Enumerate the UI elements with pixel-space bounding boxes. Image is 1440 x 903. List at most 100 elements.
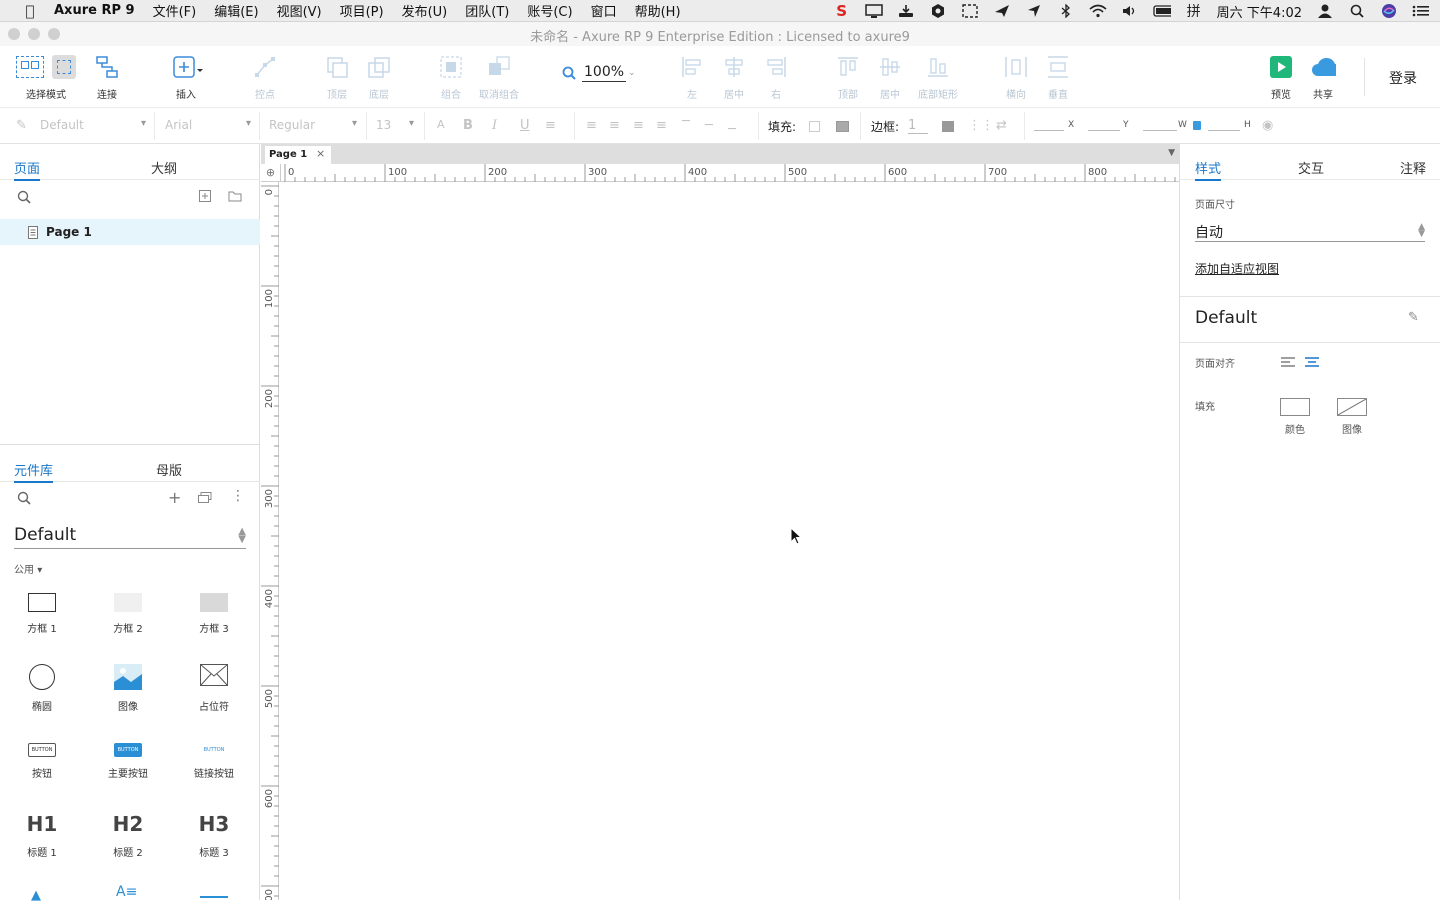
- arrow-style-icon[interactable]: ⇄: [996, 118, 1007, 133]
- tab-style[interactable]: 样式: [1195, 158, 1222, 181]
- border-style-icon[interactable]: ⋮⋮: [968, 118, 994, 133]
- insert-button[interactable]: 插入: [158, 54, 214, 101]
- ruler-origin-icon[interactable]: ⊕: [261, 164, 281, 182]
- apple-icon[interactable]: : [20, 2, 40, 20]
- fill-image-swatch[interactable]: [1337, 398, 1367, 416]
- widget-primary-button[interactable]: BUTTON 主要按钮: [88, 743, 168, 780]
- widget-heading-2[interactable]: H2 标题 2: [88, 812, 168, 859]
- text-valign-bottom-icon[interactable]: ─: [728, 122, 736, 137]
- fill-color-swatch[interactable]: [809, 121, 820, 132]
- text-align-center-icon[interactable]: ≡: [609, 118, 620, 133]
- add-adaptive-view-link[interactable]: 添加自适应视图: [1195, 260, 1279, 277]
- paragraph-widget-icon[interactable]: A≡: [116, 884, 137, 900]
- tab-libraries[interactable]: 元件库: [14, 460, 54, 483]
- widget-heading-3[interactable]: H3 标题 3: [174, 812, 254, 859]
- menu-help[interactable]: 帮助(H): [635, 1, 681, 20]
- widget-box-2[interactable]: 方框 2: [88, 593, 168, 635]
- wifi-icon[interactable]: [1089, 4, 1107, 18]
- divider-widget-icon[interactable]: [200, 896, 228, 898]
- add-page-icon[interactable]: [199, 190, 211, 202]
- underline-icon[interactable]: U: [520, 118, 530, 133]
- design-canvas[interactable]: [281, 182, 1179, 900]
- fill-shadow-icon[interactable]: [836, 121, 849, 132]
- bullet-list-icon[interactable]: ≡: [545, 118, 556, 133]
- widget-style-select[interactable]: Default: [40, 118, 146, 136]
- font-family-select[interactable]: Arial: [165, 118, 251, 136]
- search-icon[interactable]: [17, 190, 31, 204]
- input-method-icon[interactable]: 拼: [1185, 4, 1203, 20]
- menu-file[interactable]: 文件(F): [153, 1, 197, 20]
- page-size-select[interactable]: 自动 ▲ ▼: [1195, 222, 1425, 242]
- ungroup-button[interactable]: 取消组合: [471, 54, 527, 101]
- notification-center-icon[interactable]: [1412, 4, 1430, 18]
- s-status-icon[interactable]: S: [833, 2, 851, 20]
- font-size-select[interactable]: 13: [376, 118, 414, 136]
- tab-notes[interactable]: 注释: [1400, 158, 1426, 177]
- siri-icon[interactable]: [1380, 4, 1398, 18]
- align-page-center-icon[interactable]: [1305, 357, 1319, 368]
- menu-account[interactable]: 账号(C): [527, 1, 572, 20]
- widget-box-3[interactable]: 方框 3: [174, 593, 254, 635]
- hexagon-icon[interactable]: [929, 4, 947, 18]
- text-valign-top-icon[interactable]: ─: [682, 114, 690, 129]
- more-options-icon[interactable]: ⋮: [231, 488, 245, 504]
- points-button[interactable]: 控点: [237, 54, 293, 101]
- search-icon[interactable]: [17, 491, 31, 505]
- library-category[interactable]: 公用 ▾: [14, 561, 42, 576]
- align-bottom-button[interactable]: 底部矩形: [910, 54, 966, 101]
- edit-style-icon[interactable]: ✎: [1408, 310, 1419, 325]
- border-color-swatch[interactable]: [942, 121, 954, 132]
- page-item-page-1[interactable]: Page 1: [0, 219, 260, 245]
- download-icon[interactable]: [897, 4, 915, 18]
- menu-view[interactable]: 视图(V): [277, 1, 322, 20]
- w-input[interactable]: [1143, 130, 1177, 131]
- location-icon[interactable]: [1025, 4, 1043, 18]
- tab-pages[interactable]: 页面: [14, 158, 41, 181]
- border-width-input[interactable]: 1: [908, 118, 928, 134]
- widget-ellipse[interactable]: 椭圆: [2, 664, 82, 713]
- user-icon[interactable]: [1316, 4, 1334, 18]
- text-justify-icon[interactable]: ≡: [656, 118, 667, 133]
- widget-link-button[interactable]: BUTTON 链接按钮: [174, 743, 254, 780]
- menu-window[interactable]: 窗口: [591, 1, 617, 20]
- display-icon[interactable]: [864, 4, 883, 18]
- x-input[interactable]: [1034, 130, 1064, 131]
- clock[interactable]: 周六 下午4:02: [1217, 2, 1302, 21]
- distribute-vertical-button[interactable]: 垂直: [1030, 54, 1086, 101]
- tab-outline[interactable]: 大纲: [151, 158, 177, 177]
- tab-masters[interactable]: 母版: [156, 460, 182, 479]
- zoom-control[interactable]: 100% ⌄: [562, 64, 636, 82]
- text-align-left-icon[interactable]: ≡: [586, 118, 597, 133]
- fill-color-swatch[interactable]: [1280, 398, 1310, 416]
- send-icon[interactable]: [993, 4, 1011, 18]
- tab-overflow-icon[interactable]: ▼: [1168, 148, 1175, 158]
- select-contained-icon[interactable]: [52, 55, 76, 79]
- menu-publish[interactable]: 发布(U): [402, 1, 448, 20]
- widget-placeholder[interactable]: 占位符: [174, 664, 254, 713]
- share-button[interactable]: 共享: [1295, 54, 1351, 101]
- add-library-icon[interactable]: +: [168, 488, 181, 507]
- visibility-eye-icon[interactable]: ◉: [1262, 118, 1273, 133]
- zoom-value[interactable]: 100%: [582, 64, 627, 82]
- align-right-button[interactable]: 右: [748, 54, 804, 101]
- bluetooth-icon[interactable]: [1057, 4, 1075, 18]
- widget-image[interactable]: 图像: [88, 664, 168, 713]
- y-input[interactable]: [1088, 130, 1120, 131]
- style-edit-icon[interactable]: ✎: [16, 118, 27, 133]
- menu-edit[interactable]: 编辑(E): [214, 1, 258, 20]
- text-color-icon[interactable]: A: [437, 118, 445, 131]
- widget-box-1[interactable]: 方框 1: [2, 593, 82, 635]
- screenshot-icon[interactable]: [961, 4, 979, 18]
- text-align-right-icon[interactable]: ≡: [633, 118, 644, 133]
- connect-button[interactable]: 连接: [79, 54, 135, 101]
- volume-icon[interactable]: [1121, 4, 1139, 18]
- library-stack-icon[interactable]: [198, 492, 212, 504]
- lock-icon[interactable]: [1193, 121, 1201, 130]
- menu-project[interactable]: 项目(P): [340, 1, 384, 20]
- spotlight-search-icon[interactable]: [1348, 4, 1366, 18]
- battery-icon[interactable]: [1153, 4, 1171, 18]
- tab-interactions[interactable]: 交互: [1298, 158, 1324, 177]
- bold-icon[interactable]: B: [463, 118, 473, 133]
- library-select[interactable]: Default ▲ ▼: [14, 525, 246, 549]
- select-intersect-icon[interactable]: [16, 56, 44, 78]
